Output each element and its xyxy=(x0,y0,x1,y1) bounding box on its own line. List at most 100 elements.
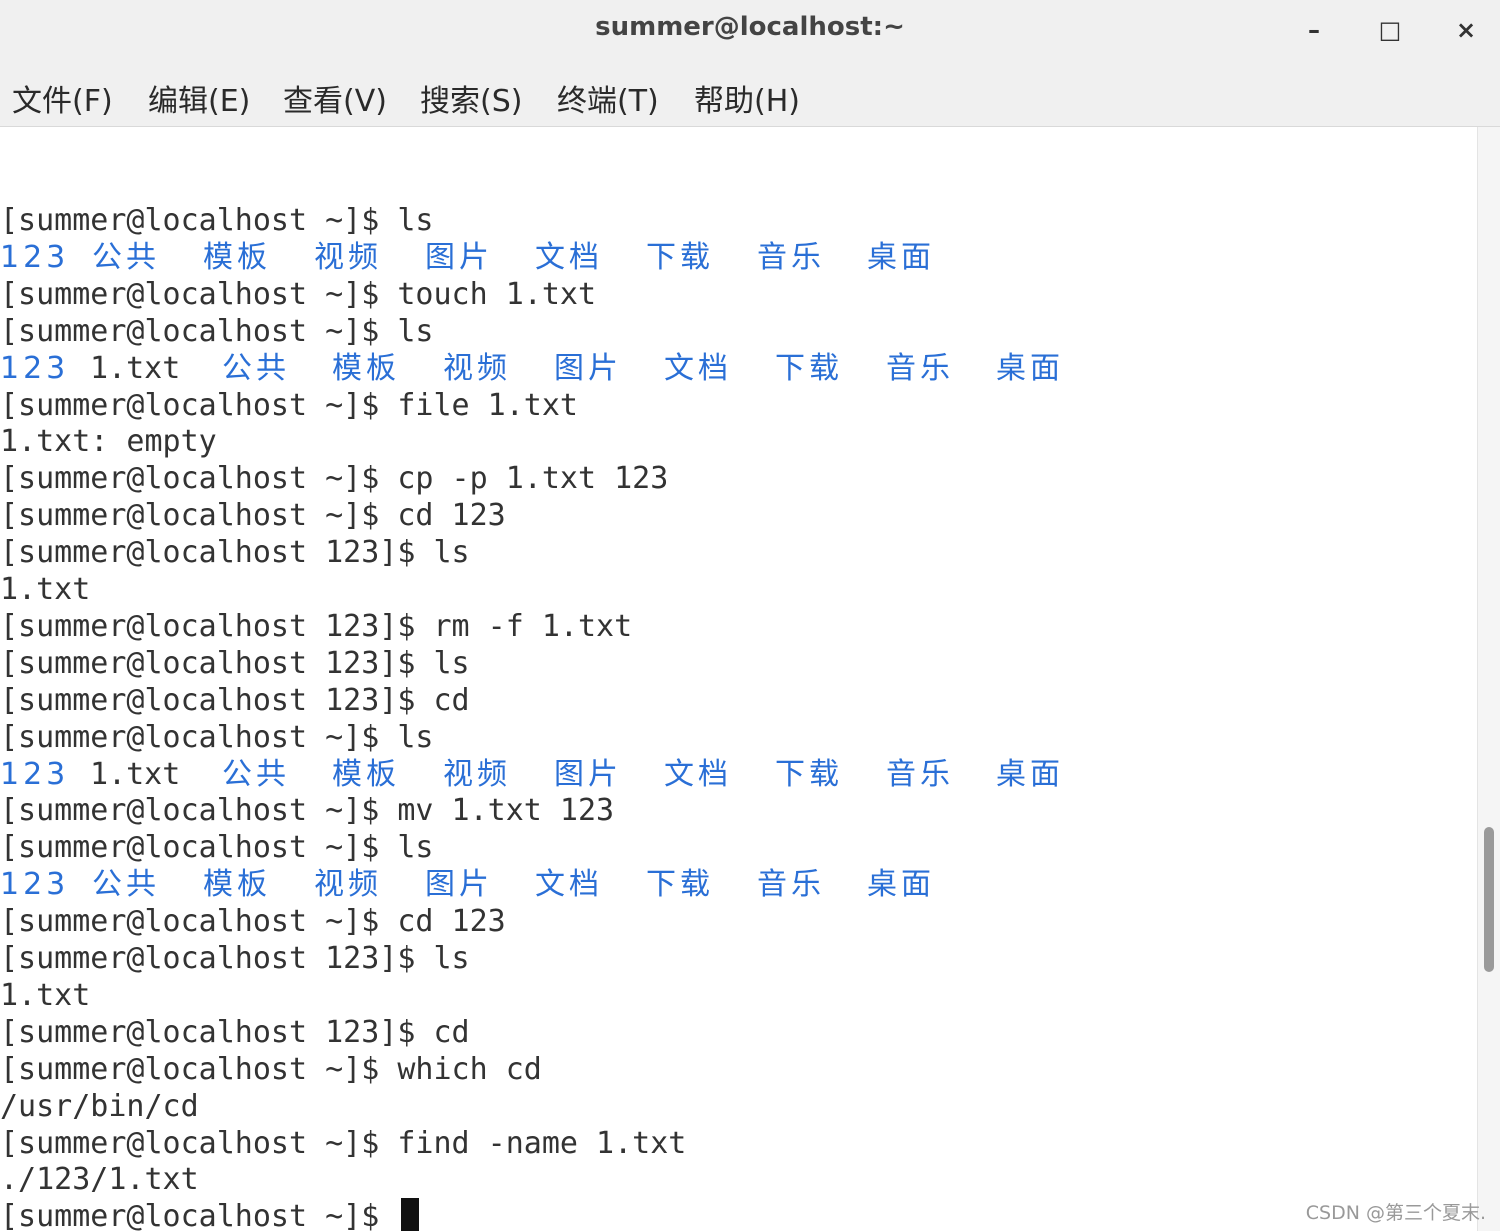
directory-entry: 模板 xyxy=(332,757,400,792)
terminal-line-text: [summer@localhost ~]$ mv 1.txt 123 xyxy=(0,793,615,828)
terminal-line: [summer@localhost ~]$ which cd xyxy=(0,1051,542,1088)
terminal-line-text: [summer@localhost ~]$ find -name 1.txt xyxy=(0,1126,687,1161)
directory-entry: 下载 xyxy=(775,757,843,792)
directory-entry: 视频 xyxy=(314,240,382,275)
minimize-button[interactable]: – xyxy=(1294,10,1334,50)
terminal-line: [summer@localhost 123]$ ls xyxy=(0,645,470,682)
directory-entry: 123 xyxy=(0,867,70,902)
file-entry: 1.txt xyxy=(90,757,181,792)
directory-entry: 模板 xyxy=(203,240,271,275)
terminal-line: 1.txt: empty xyxy=(0,423,217,460)
directory-entry: 桌面 xyxy=(996,351,1064,386)
window-title: summer@localhost:~ xyxy=(595,12,905,42)
directory-entry: 公共 xyxy=(222,757,290,792)
directory-entry: 文档 xyxy=(664,351,732,386)
terminal-line-text: [summer@localhost ~]$ file 1.txt xyxy=(0,388,578,423)
directory-entry: 下载 xyxy=(646,240,714,275)
directory-entry: 模板 xyxy=(203,867,271,902)
terminal-line-text: [summer@localhost 123]$ cd xyxy=(0,1015,470,1050)
terminal-line: [summer@localhost ~]$ file 1.txt xyxy=(0,387,578,424)
menu-help[interactable]: 帮助(H) xyxy=(694,76,800,120)
directory-entry: 公共 xyxy=(222,351,290,386)
terminal-line: [summer@localhost ~]$ ls xyxy=(0,719,433,756)
directory-entry: 123 xyxy=(0,351,70,386)
terminal-line-text: [summer@localhost ~]$ ls xyxy=(0,203,434,238)
directory-entry: 模板 xyxy=(332,351,400,386)
terminal-line: [summer@localhost ~]$ ls xyxy=(0,829,433,866)
text-cursor xyxy=(401,1198,420,1231)
terminal-line-text: 1.txt: empty xyxy=(0,424,217,459)
terminal-line: [summer@localhost 123]$ ls xyxy=(0,940,470,977)
directory-entry: 视频 xyxy=(443,757,511,792)
directory-entry: 图片 xyxy=(554,351,622,386)
directory-entry: 桌面 xyxy=(867,867,935,902)
title-bar: summer@localhost:~ – □ × xyxy=(0,0,1500,62)
menu-bar: 文件(F) 编辑(E) 查看(V) 搜索(S) 终端(T) 帮助(H) xyxy=(0,62,1500,127)
terminal-line-text: 1.txt xyxy=(0,572,91,607)
directory-entry: 文档 xyxy=(535,240,603,275)
terminal-line-text: [summer@localhost 123]$ ls xyxy=(0,535,470,570)
terminal-line-text: [summer@localhost ~]$ ls xyxy=(0,830,434,865)
directory-entry: 公共 xyxy=(92,867,160,902)
terminal-line: [summer@localhost ~]$ touch 1.txt xyxy=(0,276,596,313)
watermark: CSDN @第三个夏末. xyxy=(1305,1202,1486,1224)
terminal-line-text: [summer@localhost ~]$ ls xyxy=(0,720,434,755)
terminal-line-text: [summer@localhost 123]$ ls xyxy=(0,646,470,681)
directory-entry: 音乐 xyxy=(757,867,825,902)
directory-entry: 图片 xyxy=(425,867,493,902)
menu-terminal[interactable]: 终端(T) xyxy=(557,76,659,120)
directory-entry: 视频 xyxy=(443,351,511,386)
terminal-line-text: [summer@localhost 123]$ ls xyxy=(0,941,470,976)
directory-entry: 公共 xyxy=(92,240,160,275)
terminal-output[interactable]: [summer@localhost ~]$ ls 123 公共 模板 视频 图片 文档 下载音… xyxy=(0,127,1477,1231)
terminal-line: [summer@localhost ~]$ cd 123 xyxy=(0,497,506,534)
close-button[interactable]: × xyxy=(1446,10,1486,50)
terminal-line-text: ./123/1.txt xyxy=(0,1162,199,1197)
directory-entry: 文档 xyxy=(664,757,732,792)
terminal-line: [summer@localhost ~]$ ls xyxy=(0,313,433,350)
directory-entry: 123 xyxy=(0,757,70,792)
terminal-line: /usr/bin/cd xyxy=(0,1088,199,1125)
directory-entry: 123 xyxy=(0,240,70,275)
menu-file[interactable]: 文件(F) xyxy=(12,76,113,120)
terminal-line-text: [summer@localhost ~]$ touch 1.txt xyxy=(0,277,597,312)
terminal-line: [summer@localhost 123]$ ls xyxy=(0,534,470,571)
terminal-line: [summer@localhost 123]$ cd xyxy=(0,1014,470,1051)
terminal-line-text: [summer@localhost 123]$ rm -f 1.txt xyxy=(0,609,633,644)
scrollbar[interactable] xyxy=(1477,127,1500,1231)
menu-edit[interactable]: 编辑(E) xyxy=(148,76,250,120)
terminal-line: ./123/1.txt xyxy=(0,1161,199,1198)
command-prompt: [summer@localhost ~]$ xyxy=(0,1198,420,1231)
scrollbar-thumb[interactable] xyxy=(1484,827,1494,972)
terminal-line-text: [summer@localhost ~]$ cd 123 xyxy=(0,498,506,533)
terminal-line: [summer@localhost ~]$ find -name 1.txt xyxy=(0,1125,686,1162)
terminal-line: [summer@localhost ~]$ cp -p 1.txt 123 xyxy=(0,460,668,497)
terminal-line-text: [summer@localhost ~]$ which cd xyxy=(0,1052,542,1087)
directory-entry: 下载 xyxy=(775,351,843,386)
terminal-line-text: 1.txt xyxy=(0,978,91,1013)
directory-entry: 音乐 xyxy=(886,757,954,792)
directory-entry: 桌面 xyxy=(996,757,1064,792)
directory-entry: 视频 xyxy=(314,867,382,902)
directory-entry: 音乐 xyxy=(757,240,825,275)
terminal-line-text: /usr/bin/cd xyxy=(0,1089,199,1124)
terminal-line: [summer@localhost 123]$ rm -f 1.txt xyxy=(0,608,632,645)
file-entry: 1.txt xyxy=(90,351,181,386)
menu-search[interactable]: 搜索(S) xyxy=(420,76,522,120)
maximize-button[interactable]: □ xyxy=(1370,10,1410,50)
terminal-line-text: [summer@localhost ~]$ cd 123 xyxy=(0,904,506,939)
directory-entry: 文档 xyxy=(535,867,603,902)
terminal-line-text: [summer@localhost ~]$ cp -p 1.txt 123 xyxy=(0,461,669,496)
directory-entry: 音乐 xyxy=(886,351,954,386)
directory-entry: 图片 xyxy=(554,757,622,792)
menu-view[interactable]: 查看(V) xyxy=(283,76,387,120)
directory-entry: 桌面 xyxy=(867,240,935,275)
terminal-line-text: [summer@localhost ~]$ ls xyxy=(0,314,434,349)
terminal-line-text: [summer@localhost 123]$ cd xyxy=(0,683,470,718)
directory-entry: 下载 xyxy=(646,867,714,902)
terminal-line: [summer@localhost 123]$ cd xyxy=(0,682,470,719)
terminal-line: 1.txt xyxy=(0,977,90,1014)
terminal-line: [summer@localhost ~]$ cd 123 xyxy=(0,903,506,940)
terminal-line-text: [summer@localhost ~]$ xyxy=(0,1199,398,1231)
directory-entry: 图片 xyxy=(425,240,493,275)
